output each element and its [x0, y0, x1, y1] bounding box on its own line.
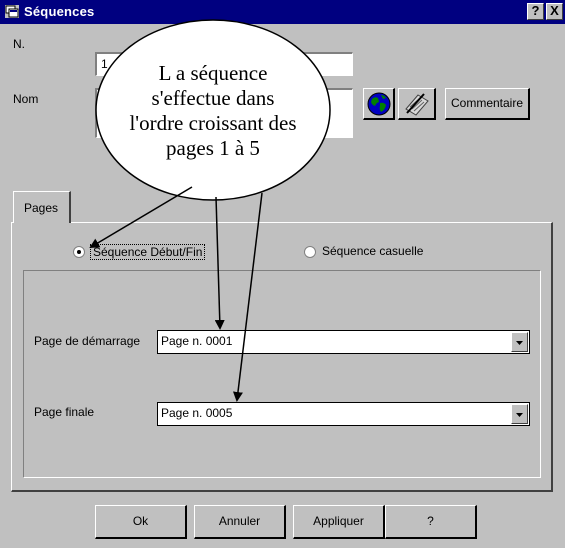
callout-line-3: l'ordre croissant des: [129, 111, 297, 135]
callout-arrow-start: [214, 196, 225, 330]
callout-line-2: s'effectue dans: [151, 86, 275, 110]
callout-line-1: L a séquence: [158, 61, 268, 85]
callout-line-4: pages 1 à 5: [166, 136, 260, 160]
callout-arrow-radio: [89, 186, 193, 249]
callout-text: L a séquence s'effectue dans l'ordre cro…: [100, 61, 326, 161]
sequences-dialog: Séquences ? X N. 1 Nom Commentaire Pages…: [0, 0, 565, 548]
tab-pages-label: Pages: [24, 201, 59, 215]
tab-pages[interactable]: Pages: [13, 191, 71, 223]
callout-arrow-end: [232, 192, 263, 402]
